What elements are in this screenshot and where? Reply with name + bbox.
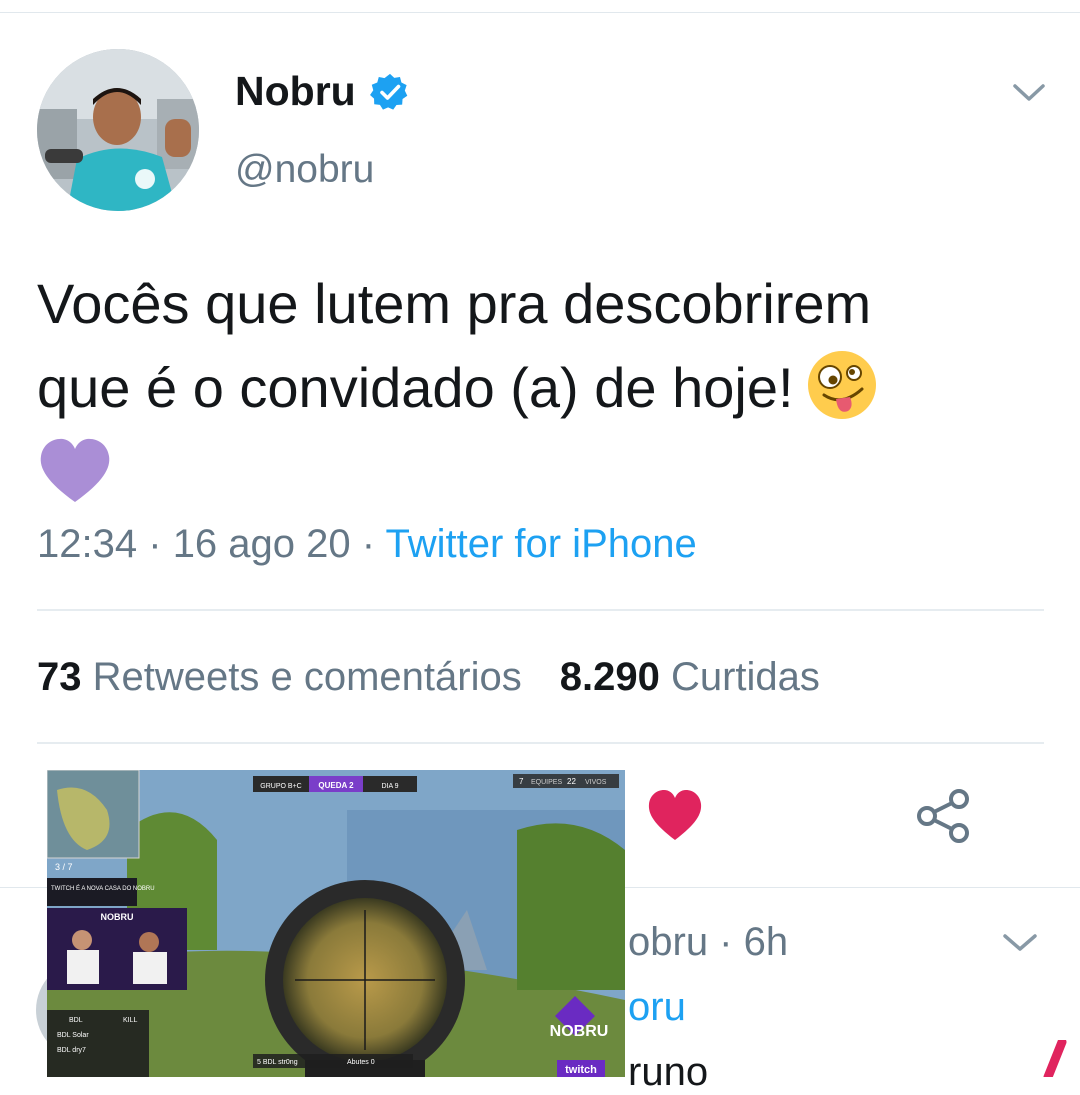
tweet-text-line-2: que é o convidado (a) de hoje! <box>37 346 1047 430</box>
score-player-2: BDL dry7 <box>57 1047 86 1054</box>
divider <box>37 742 1044 744</box>
reply-text: runo <box>628 1050 709 1094</box>
likes-stat[interactable]: 8.290 Curtidas <box>560 655 820 699</box>
hud-alive-count: 22 <box>567 777 576 786</box>
author-row[interactable]: Nobru <box>235 68 410 115</box>
webcam-brand: NOBRU <box>101 912 134 922</box>
chevron-down-icon[interactable] <box>1002 932 1038 954</box>
hud-promo: TWITCH É A NOVA CASA DO NOBRU <box>51 885 155 892</box>
tweet-time: 12:34 <box>37 522 138 566</box>
stream-brand-logo: NOBRU <box>550 1023 609 1040</box>
hud-compass: 3 / 7 <box>55 862 73 872</box>
heart-icon[interactable] <box>646 788 704 842</box>
tweet-text-line-2-text: que é o convidado (a) de hoje! <box>37 356 794 419</box>
zany-face-emoji-icon <box>807 351 876 419</box>
retweets-stat[interactable]: 73 Retweets e comentários <box>37 655 522 699</box>
tweet-text-line-1: Vocês que lutem pra descobrirem <box>37 272 872 335</box>
score-player-1: BDL Solar <box>57 1032 89 1039</box>
divider <box>37 609 1044 611</box>
author-name[interactable]: Nobru <box>235 68 356 115</box>
hud-match: QUEDA 2 <box>318 781 354 790</box>
score-team-tag: BDL <box>69 1017 83 1024</box>
share-icon[interactable] <box>915 788 973 844</box>
bottom-score: 5 BDL str0ng <box>257 1059 298 1066</box>
author-handle[interactable]: @nobru <box>235 148 374 192</box>
likes-count: 8.290 <box>559 655 660 699</box>
stream-frame: GRUPO B+C QUEDA 2 DIA 9 7 EQUIPES 22 VIV… <box>47 770 625 1077</box>
top-divider <box>0 12 1080 13</box>
purple-heart-emoji-icon <box>40 438 110 502</box>
meta-separator: · <box>361 522 376 566</box>
reply-handle[interactable]: oru <box>628 985 686 1030</box>
avatar-photo <box>37 49 199 211</box>
avatar[interactable] <box>37 49 199 211</box>
tweet-source-link[interactable]: Twitter for iPhone <box>385 522 696 566</box>
retweets-count: 73 <box>37 655 82 699</box>
bottom-enemy: Abutes 0 <box>347 1059 375 1066</box>
verified-badge-icon <box>369 73 407 110</box>
chevron-down-icon[interactable] <box>1012 82 1046 104</box>
tweet-meta: 12:34 · 16 ago 20 · Twitter for iPhone <box>37 522 697 567</box>
hud-group: GRUPO B+C <box>260 783 301 790</box>
red-mark-icon <box>1043 1040 1067 1077</box>
hud-teams-count: 7 <box>519 777 524 786</box>
stream-platform-logo: twitch <box>565 1064 597 1076</box>
likes-label: Curtidas <box>670 655 820 699</box>
score-kill-label: KILL <box>123 1017 138 1024</box>
retweets-label: Retweets e comentários <box>92 655 522 699</box>
engagement-stats: 73 Retweets e comentários 8.290 Curtidas <box>37 655 820 700</box>
hud-alive-label: VIVOS <box>585 779 607 786</box>
reply-meta[interactable]: obru · 6h <box>628 920 788 965</box>
hud-teams-label: EQUIPES <box>531 779 562 786</box>
meta-separator: · <box>148 522 162 566</box>
stream-video-overlay[interactable]: GRUPO B+C QUEDA 2 DIA 9 7 EQUIPES 22 VIV… <box>47 770 625 1077</box>
tweet-date: 16 ago 20 <box>172 522 351 566</box>
tweet-text: Vocês que lutem pra descobrirem que é o … <box>37 262 1047 506</box>
hud-day: DIA 9 <box>381 783 398 790</box>
